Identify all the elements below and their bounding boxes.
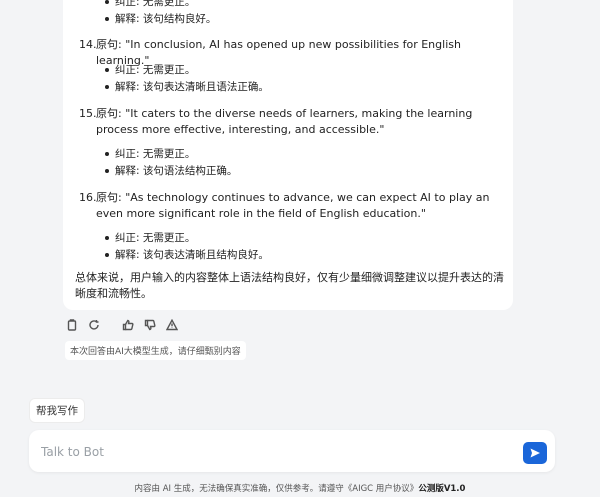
chat-input[interactable] xyxy=(39,440,503,464)
footer-notice: 内容由 AI 生成，无法确保真实准确，仅供参考。请遵守《AIGC 用户协议》公测… xyxy=(0,482,600,494)
report-button[interactable] xyxy=(163,316,181,334)
message-actions xyxy=(63,316,181,336)
thumbs-up-icon xyxy=(122,319,134,331)
item-number: 15. xyxy=(79,107,97,120)
item-original: 原句: "It caters to the diverse needs of l… xyxy=(96,107,473,136)
thumbs-down-icon xyxy=(144,319,156,331)
copy-icon xyxy=(67,319,77,331)
ai-disclaimer: 本次回答由AI大模型生成，请仔细甄别内容 xyxy=(65,341,246,360)
item-original: 原句: "As technology continues to advance,… xyxy=(96,191,490,220)
warning-icon xyxy=(166,319,178,331)
send-icon xyxy=(530,448,540,458)
chat-input-box xyxy=(29,430,555,472)
item-number: 16. xyxy=(79,191,97,204)
list-item: 纠正: 无需更正。 xyxy=(104,64,196,76)
list-item: 纠正: 无需更正。 xyxy=(104,148,196,160)
dislike-button[interactable] xyxy=(141,316,159,334)
like-button[interactable] xyxy=(119,316,137,334)
item-number: 14. xyxy=(79,38,97,51)
version-label: 公测版V1.0 xyxy=(418,484,466,494)
list-item: 解释: 该句表达清晰且语法正确。 xyxy=(105,81,269,93)
help-me-write-chip[interactable]: 帮我写作 xyxy=(29,398,85,423)
list-item: 解释: 该句表达清晰且结构良好。 xyxy=(105,249,269,261)
regenerate-button[interactable] xyxy=(85,316,103,334)
list-item: 解释: 该句结构良好。 xyxy=(104,13,217,25)
summary-text: 总体来说，用户输入的内容整体上语法结构良好，仅有少量细微调整建议以提升表达的清晰… xyxy=(75,271,504,300)
list-item: 纠正: 无需更正。 xyxy=(104,0,195,10)
list-item: 纠正: 无需更正。 xyxy=(104,232,196,244)
regenerate-icon xyxy=(89,320,99,330)
send-button[interactable] xyxy=(523,442,547,464)
footer-text: 内容由 AI 生成，无法确保真实准确，仅供参考。请遵守《AIGC 用户协议》 xyxy=(134,484,419,494)
action-spacer xyxy=(107,316,115,336)
list-item: 解释: 该句语法结构正确。 xyxy=(104,165,238,177)
copy-button[interactable] xyxy=(63,316,81,334)
